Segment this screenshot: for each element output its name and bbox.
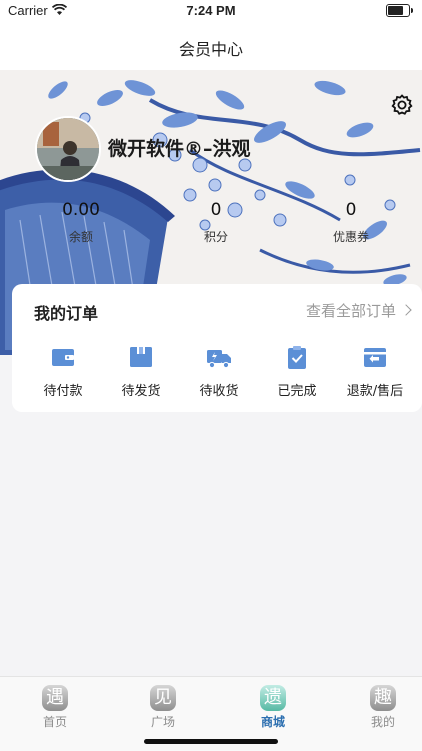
order-label: 待付款 [43, 384, 83, 399]
balance-label: 余额 [68, 230, 93, 244]
tab-mall-icon: 遗 [260, 685, 286, 711]
order-refund[interactable]: 退款/售后 [336, 344, 414, 399]
navigation-bar: 会员中心 [0, 22, 422, 70]
points-stat[interactable]: 0 积分 [166, 200, 266, 245]
balance-stat[interactable]: 0.00 余额 [31, 200, 131, 245]
battery-icon [386, 4, 413, 17]
clock: 7:24 PM [186, 3, 236, 18]
order-label: 已完成 [277, 384, 317, 399]
tab-square[interactable]: 见 广场 [128, 685, 198, 730]
page-title: 会员中心 [178, 40, 243, 59]
tab-mine[interactable]: 趣 我的 [348, 685, 418, 730]
avatar[interactable] [35, 116, 101, 182]
chevron-right-icon [400, 304, 412, 316]
my-orders-card: 我的订单 查看全部订单 待付款 待发货 待收货 已完成 退款/售后 [12, 284, 422, 412]
points-value: 0 [210, 200, 222, 220]
username: 微开软件®–洪观 [108, 138, 251, 160]
order-label: 待发货 [121, 384, 161, 399]
avatar-photo [37, 118, 99, 180]
order-pending-receipt[interactable]: 待收货 [180, 344, 258, 399]
status-bar: Carrier 7:24 PM [0, 0, 422, 22]
order-label: 退款/售后 [346, 384, 404, 399]
tab-label: 首页 [42, 715, 67, 729]
settings-gear-icon[interactable] [390, 93, 414, 117]
tab-mine-icon: 趣 [370, 685, 396, 711]
truck-icon [207, 350, 231, 369]
home-indicator [144, 739, 278, 744]
coupons-stat[interactable]: 0 优惠券 [301, 200, 401, 245]
refund-icon [364, 348, 386, 367]
tab-label: 广场 [150, 715, 175, 729]
order-pending-payment[interactable]: 待付款 [24, 344, 102, 399]
points-label: 积分 [203, 230, 228, 244]
box-icon [130, 347, 152, 367]
tab-home[interactable]: 遇 首页 [20, 685, 90, 730]
coupons-value: 0 [345, 200, 357, 220]
view-all-orders-label: 查看全部订单 [305, 302, 396, 320]
clipboard-check-icon [288, 346, 306, 369]
order-completed[interactable]: 已完成 [258, 344, 336, 399]
tab-home-icon: 遇 [42, 685, 68, 711]
coupons-label: 优惠券 [332, 230, 369, 244]
view-all-orders-link[interactable]: 查看全部订单 [305, 300, 412, 321]
wallet-icon [52, 349, 74, 366]
orders-title: 我的订单 [34, 304, 99, 323]
tab-label: 商城 [260, 715, 285, 729]
tab-label: 我的 [370, 715, 395, 729]
tab-mall[interactable]: 遗 商城 [238, 685, 308, 730]
order-pending-shipment[interactable]: 待发货 [102, 344, 180, 399]
balance-value: 0.00 [62, 200, 100, 220]
tab-square-icon: 见 [150, 685, 176, 711]
order-label: 待收货 [199, 384, 239, 399]
